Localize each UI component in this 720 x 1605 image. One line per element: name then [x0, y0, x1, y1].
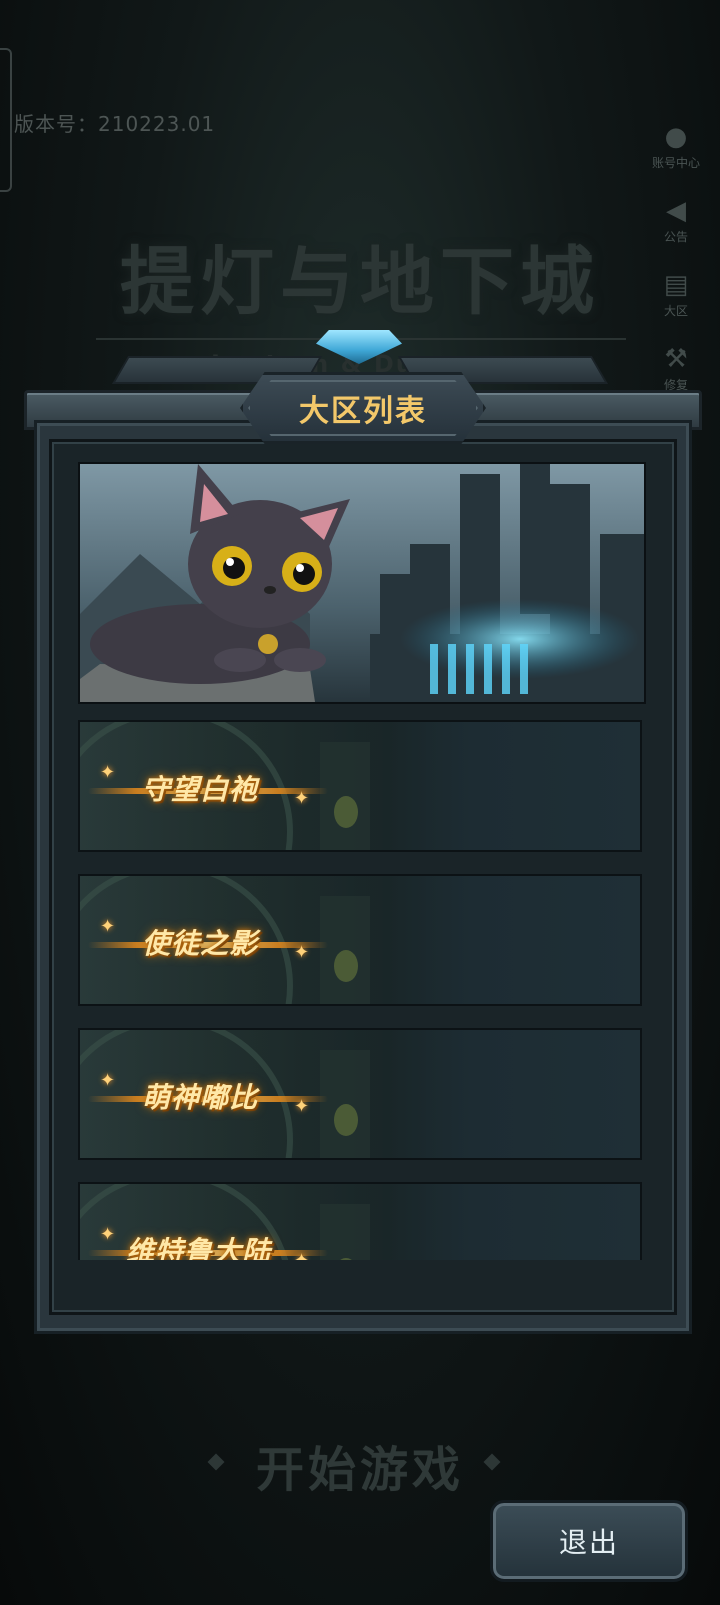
modal-header-plaque: 大区列表 [240, 372, 486, 444]
exit-button[interactable]: 退出 [490, 1500, 688, 1582]
server-list-modal: ✦ ✦ 守望白袍 ✦ ✦ 使徒之影 ✦ ✦ 萌神嘟比 ✦ 维特鲁大陆 [34, 420, 692, 1334]
start-game-button[interactable]: 开始游戏 [0, 1430, 720, 1500]
server-name: 使徒之影 [142, 927, 259, 960]
sparkle-icon: ✦ [100, 916, 116, 937]
modal-inner-panel: ✦ ✦ 守望白袍 ✦ ✦ 使徒之影 ✦ ✦ 萌神嘟比 ✦ 维特鲁大陆 [49, 439, 677, 1315]
version-label: 版本号：210223.01 [14, 112, 216, 136]
exit-button-label: 退出 [558, 1526, 619, 1559]
server-name: 维特鲁大陆 [126, 1235, 272, 1260]
banner-illustration [80, 464, 644, 702]
account-center-button[interactable]: ● 账号中心 [646, 120, 706, 194]
server-name: 守望白袍 [142, 773, 259, 806]
sparkle-icon: ✦ [294, 788, 310, 809]
server-list[interactable]: ✦ ✦ 守望白袍 ✦ ✦ 使徒之影 ✦ ✦ 萌神嘟比 ✦ 维特鲁大陆 [78, 720, 642, 1260]
sparkle-icon: ✦ [100, 1224, 116, 1245]
server-name: 萌神嘟比 [142, 1081, 259, 1114]
sparkle-icon: ✦ [100, 1070, 116, 1091]
sparkle-icon: ✦ [294, 942, 310, 963]
sparkle-icon: ✦ [294, 1096, 310, 1117]
game-title-logo: 提灯与地下城 [120, 239, 600, 325]
server-item[interactable]: ✦ ✦ 使徒之影 [78, 874, 642, 1006]
server-item[interactable]: ✦ ✦ 守望白袍 [78, 720, 642, 852]
left-side-tab[interactable] [0, 48, 12, 192]
user-icon: ● [664, 122, 688, 152]
server-item[interactable]: ✦ ✦ 萌神嘟比 [78, 1028, 642, 1160]
server-item[interactable]: ✦ ✦ 维特鲁大陆 [78, 1182, 642, 1260]
sparkle-icon: ✦ [294, 1250, 309, 1260]
banner-image [78, 462, 646, 704]
sparkle-icon: ✦ [100, 762, 116, 783]
modal-title: 大区列表 [299, 394, 427, 429]
side-item-label: 账号中心 [651, 156, 700, 170]
game-screen: 版本号：210223.01 ● 账号中心 ◀ 公告 ▤ 大区 ⚒ 修复 提灯与地… [0, 0, 720, 1605]
